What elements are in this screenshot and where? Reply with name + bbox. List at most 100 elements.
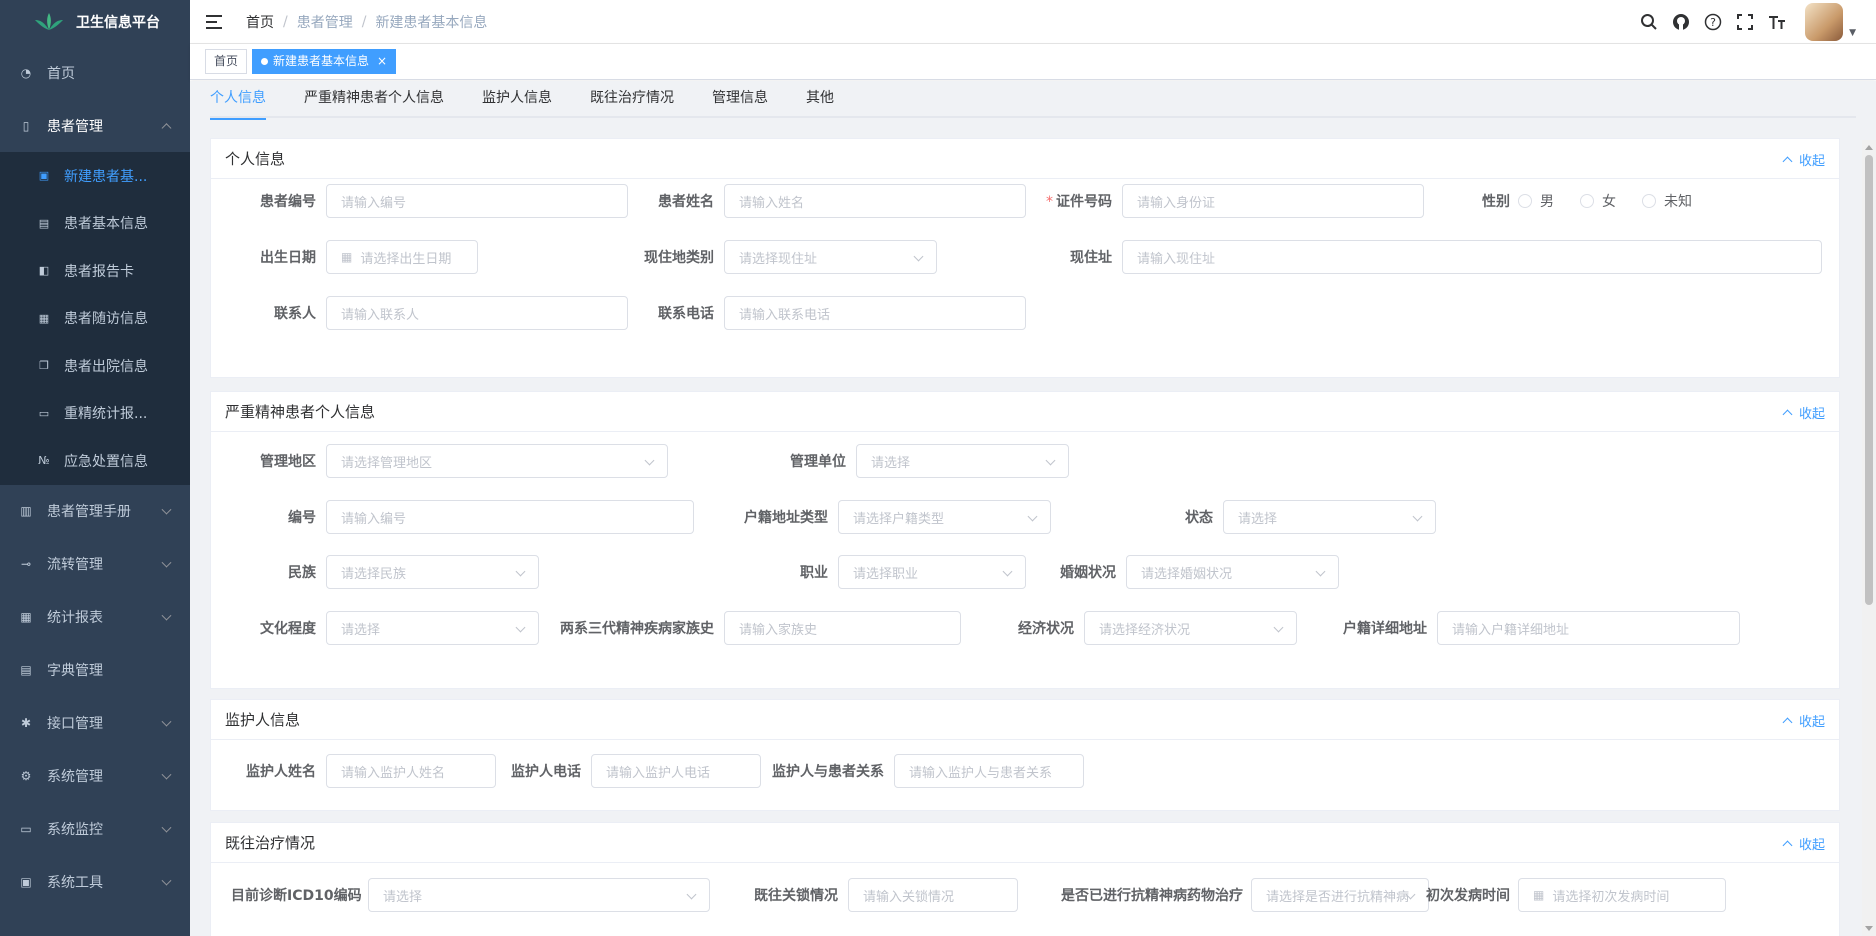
guardian-phone-input[interactable]: 请输入监护人电话 (591, 754, 761, 788)
tags-view: 首页 新建患者基本信息 × (190, 44, 1876, 80)
status-select[interactable]: 请选择 (1223, 500, 1436, 534)
birth-date-picker[interactable]: ▦ 请选择出生日期 (326, 240, 478, 274)
ethnic-select[interactable]: 请选择民族 (326, 555, 539, 589)
tab-management-info[interactable]: 管理信息 (712, 81, 768, 118)
address-type-select[interactable]: 请选择现住址 (724, 240, 937, 274)
user-avatar[interactable] (1805, 3, 1844, 41)
sidebar-item-system[interactable]: ⚙ 系统管理 (0, 750, 190, 803)
hamburger-icon[interactable] (206, 14, 222, 29)
hukou-type-select[interactable]: 请选择户籍类型 (838, 500, 1051, 534)
address-type-field: 现住地类别 请选择现住址 (629, 240, 937, 274)
economy-select[interactable]: 请选择经济状况 (1084, 611, 1297, 645)
onset-date-picker[interactable]: ▦ 请选择初次发病时间 (1518, 878, 1726, 912)
id-no-field: * 证件号码 请输入身份证 (1027, 184, 1424, 218)
patient-no-input[interactable]: 请输入编号 (326, 184, 628, 218)
tab-treatment-history[interactable]: 既往治疗情况 (590, 81, 674, 118)
icd10-select[interactable]: 请选择 (368, 878, 710, 912)
sidebar-item-tools[interactable]: ▣ 系统工具 (0, 856, 190, 909)
sidebar-item-patient-management[interactable]: ▯ 患者管理 (0, 99, 190, 152)
sidebar-item-interface[interactable]: ✱ 接口管理 (0, 697, 190, 750)
tab-personal-info[interactable]: 个人信息 (210, 81, 266, 120)
scroll-up-arrow-icon[interactable] (1865, 145, 1873, 150)
sidebar-subitem-discharge[interactable]: ❐ 患者出院信息 (0, 342, 190, 390)
chevron-down-icon (161, 875, 172, 886)
number-field: 编号 请输入编号 (231, 500, 694, 534)
gender-unknown-radio[interactable]: 未知 (1642, 191, 1692, 211)
breadcrumb-patient-management[interactable]: 患者管理 (297, 12, 353, 32)
chevron-down-icon (161, 769, 172, 780)
field-label: * 证件号码 (1046, 194, 1112, 210)
sidebar-subitem-new-patient[interactable]: ▣ 新建患者基... (0, 152, 190, 200)
scrollbar-thumb[interactable] (1865, 155, 1873, 605)
font-size-icon[interactable] (1767, 12, 1787, 32)
sidebar-subitem-emergency[interactable]: № 应急处置信息 (0, 437, 190, 485)
tab-severe-info[interactable]: 严重精神患者个人信息 (304, 81, 444, 118)
collapse-button[interactable]: 收起 (1782, 139, 1825, 179)
book-icon: ▯ (22, 118, 30, 133)
sidebar-item-manual[interactable]: ▥ 患者管理手册 (0, 485, 190, 538)
caret-down-icon[interactable]: ▼ (1849, 28, 1856, 38)
gender-radio-group: 男 女 未知 (1518, 191, 1718, 211)
onset-date-field: 初次发病时间 ▦ 请选择初次发病时间 (1426, 878, 1726, 912)
sidebar-subitem-patient-basic[interactable]: ▤ 患者基本信息 (0, 200, 190, 248)
collapse-button[interactable]: 收起 (1782, 392, 1825, 432)
fullscreen-icon[interactable] (1735, 12, 1755, 32)
hukou-address-input[interactable]: 请输入户籍详细地址 (1437, 611, 1740, 645)
edit-icon: ▣ (38, 169, 50, 183)
lock-history-input[interactable]: 请输入关锁情况 (848, 878, 1018, 912)
chevron-down-icon (161, 822, 172, 833)
tag-home[interactable]: 首页 (205, 49, 248, 74)
address-input[interactable]: 请输入现住址 (1122, 240, 1822, 274)
gender-female-radio[interactable]: 女 (1580, 191, 1616, 211)
sidebar-item-dictionary[interactable]: ▤ 字典管理 (0, 644, 190, 697)
card-header: 监护人信息 收起 (211, 700, 1839, 740)
sidebar-item-home[interactable]: ◔ 首页 (0, 46, 190, 99)
scroll-down-arrow-icon[interactable] (1865, 926, 1873, 931)
search-icon[interactable] (1639, 12, 1659, 32)
sidebar-item-flow[interactable]: ⊸ 流转管理 (0, 538, 190, 591)
question-icon[interactable]: ? (1703, 12, 1723, 32)
github-icon[interactable] (1671, 12, 1691, 32)
guardian-relation-input[interactable]: 请输入监护人与患者关系 (894, 754, 1084, 788)
sidebar-subitem-report-card[interactable]: ◧ 患者报告卡 (0, 247, 190, 295)
card-title: 严重精神患者个人信息 (225, 403, 376, 421)
phone-input[interactable]: 请输入联系电话 (724, 296, 1026, 330)
family-history-input[interactable]: 请输入家族史 (724, 611, 961, 645)
job-select[interactable]: 请选择职业 (838, 555, 1026, 589)
guardian-name-input[interactable]: 请输入监护人姓名 (326, 754, 496, 788)
chevron-up-icon (1782, 156, 1793, 166)
sidebar-item-monitor[interactable]: ▭ 系统监控 (0, 803, 190, 856)
collapse-button[interactable]: 收起 (1782, 700, 1825, 740)
tab-guardian-info[interactable]: 监护人信息 (482, 81, 552, 118)
field-label: 患者编号 (260, 194, 316, 210)
field-label: 患者姓名 (658, 194, 714, 210)
contact-input[interactable]: 请输入联系人 (326, 296, 628, 330)
sidebar-subitem-severe-stats[interactable]: ▭ 重精统计报... (0, 390, 190, 438)
sidebar-item-stats[interactable]: ▦ 统计报表 (0, 591, 190, 644)
breadcrumb-home[interactable]: 首页 (246, 12, 274, 32)
close-icon[interactable]: × (377, 50, 387, 73)
card-header: 既往治疗情况 收起 (211, 823, 1839, 863)
region-select[interactable]: 请选择管理地区 (326, 444, 668, 478)
sidebar-item-label: 字典管理 (47, 663, 103, 679)
id-no-input[interactable]: 请输入身份证 (1122, 184, 1424, 218)
sidebar-subitem-followup[interactable]: ▦ 患者随访信息 (0, 295, 190, 343)
gender-male-radio[interactable]: 男 (1518, 191, 1554, 211)
marriage-select[interactable]: 请选择婚姻状况 (1126, 555, 1339, 589)
unit-select[interactable]: 请选择 (856, 444, 1069, 478)
education-select[interactable]: 请选择 (326, 611, 539, 645)
number-input[interactable]: 请输入编号 (326, 500, 694, 534)
chevron-down-icon (161, 610, 172, 621)
page-scrollbar[interactable] (1862, 140, 1876, 936)
field-label: 既往关锁情况 (754, 888, 838, 904)
patient-name-input[interactable]: 请输入姓名 (724, 184, 1026, 218)
collapse-button[interactable]: 收起 (1782, 823, 1825, 863)
card-header: 严重精神患者个人信息 收起 (211, 392, 1839, 432)
tab-other[interactable]: 其他 (806, 81, 834, 118)
number-icon: № (38, 454, 50, 468)
tag-new-patient[interactable]: 新建患者基本信息 × (252, 49, 397, 74)
drug-treatment-select[interactable]: 请选择是否进行抗精神病 (1251, 878, 1429, 912)
app-logo[interactable]: 卫生信息平台 (0, 0, 190, 44)
hukou-address-field: 户籍详细地址 请输入户籍详细地址 (1321, 611, 1740, 645)
field-label: 经济状况 (1018, 621, 1074, 637)
